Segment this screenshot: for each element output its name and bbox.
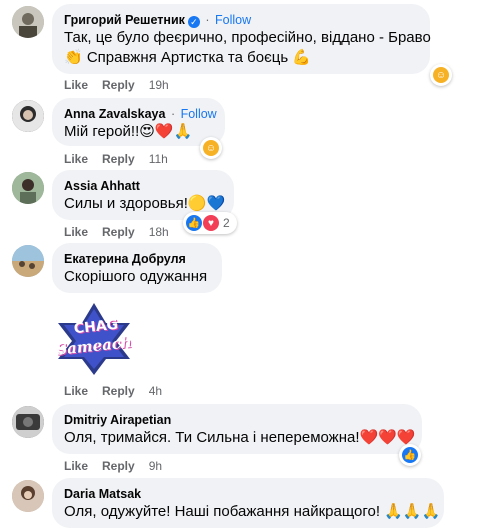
comment-bubble: Anna Zavalskaya · Follow Мій герой!!😍❤️🙏 <box>52 98 225 146</box>
author-name[interactable]: Dmitriy Airapetian <box>64 412 410 428</box>
reaction-summary[interactable]: 👍 <box>399 444 421 466</box>
reply-button[interactable]: Reply <box>102 152 135 166</box>
author-name[interactable]: Григорий Решетник <box>64 13 185 27</box>
follow-button[interactable]: Follow <box>215 13 251 27</box>
comment-text-line: Так, це було феєрично, професійно, відда… <box>64 29 431 46</box>
reaction-summary[interactable]: ☺ <box>200 137 222 159</box>
timestamp[interactable]: 19h <box>149 78 169 92</box>
avatar[interactable] <box>12 406 44 438</box>
reaction-summary[interactable]: ☺ <box>430 64 452 86</box>
reply-button[interactable]: Reply <box>102 459 135 473</box>
comment-text: Оля, тримайся. Ти Сильна і непереможна!❤… <box>64 429 416 446</box>
comment-bubble: Daria Matsak Оля, одужуйте! Наші побажан… <box>52 478 444 528</box>
like-icon: 👍 <box>402 447 418 463</box>
like-button[interactable]: Like <box>64 459 88 473</box>
comment-text: Оля, одужуйте! Наші побажання найкращого… <box>64 503 441 520</box>
like-button[interactable]: Like <box>64 78 88 92</box>
avatar[interactable] <box>12 100 44 132</box>
reaction-count: 2 <box>223 216 230 230</box>
timestamp[interactable]: 18h <box>149 225 169 239</box>
comment-text: Мій герой!!😍❤️🙏 <box>64 123 193 140</box>
timestamp[interactable]: 11h <box>149 152 168 166</box>
comment-text: Скорішого одужання <box>64 268 208 285</box>
like-button[interactable]: Like <box>64 152 88 166</box>
like-icon: 👍 <box>186 215 202 231</box>
avatar[interactable] <box>12 480 44 512</box>
separator-dot: · <box>205 13 210 27</box>
care-icon: ☺ <box>203 140 219 156</box>
like-button[interactable]: Like <box>64 225 88 239</box>
verified-badge-icon: ✓ <box>187 16 200 28</box>
reply-button[interactable]: Reply <box>102 78 135 92</box>
comment-text-line: 👏 Справжня Артистка та боєць 💪 <box>64 49 311 66</box>
author-name[interactable]: Anna Zavalskaya <box>64 107 165 121</box>
like-button[interactable]: Like <box>64 384 88 398</box>
reply-button[interactable]: Reply <box>102 225 135 239</box>
love-icon: ♥ <box>203 215 219 231</box>
avatar[interactable] <box>12 6 44 38</box>
reply-button[interactable]: Reply <box>102 384 135 398</box>
comment-text: Силы и здоровья!🟡💙 <box>64 195 226 212</box>
comment-bubble: Григорий Решетник ✓ · Follow Так, це було… <box>52 4 431 74</box>
timestamp[interactable]: 4h <box>149 384 162 398</box>
timestamp[interactable]: 9h <box>149 459 162 473</box>
avatar[interactable] <box>12 172 44 204</box>
avatar[interactable] <box>12 245 44 277</box>
reaction-summary[interactable]: 👍 ♥ 2 <box>183 212 237 234</box>
comment-bubble: Екатерина Добруля Скорішого одужання <box>52 243 222 293</box>
author-name[interactable]: Екатерина Добруля <box>64 251 210 267</box>
follow-button[interactable]: Follow <box>181 107 217 121</box>
separator-dot: · <box>170 107 176 121</box>
care-icon: ☺ <box>433 67 449 83</box>
author-name[interactable]: Assia Ahhatt <box>64 178 222 194</box>
author-name[interactable]: Daria Matsak <box>64 486 432 502</box>
sticker[interactable]: CHAG Sameach <box>54 301 134 377</box>
comment-bubble: Dmitriy Airapetian Оля, тримайся. Ти Сил… <box>52 404 422 454</box>
